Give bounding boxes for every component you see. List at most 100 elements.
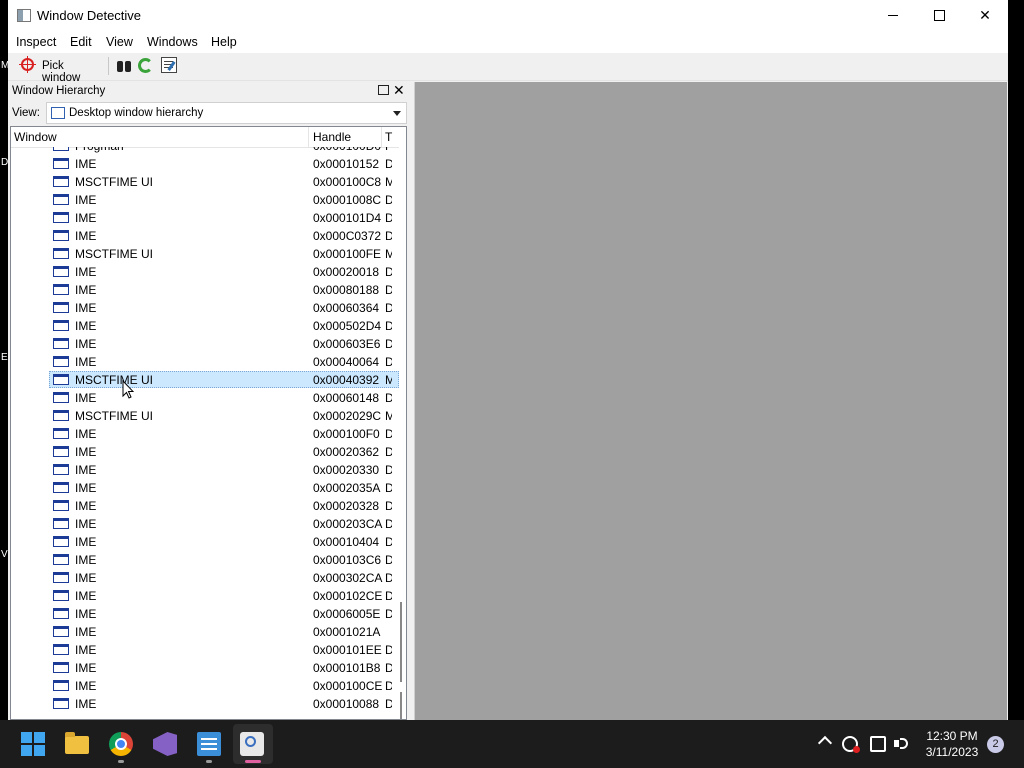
- row-type: D: [385, 193, 392, 207]
- tree-row[interactable]: IME 0x0006005E D: [11, 605, 399, 623]
- window-detective-icon[interactable]: [240, 732, 264, 756]
- maximize-button[interactable]: [916, 0, 962, 31]
- tree-row[interactable]: IME 0x000103C6D: [11, 551, 399, 569]
- window-hierarchy-panel: Window Hierarchy ✕ View: Desktop window …: [8, 81, 408, 720]
- row-window-name: IME: [75, 553, 97, 567]
- float-panel-icon[interactable]: [378, 85, 389, 95]
- tree-row[interactable]: MSCTFIME UI 0x000100FEM: [11, 245, 399, 263]
- windows-start-icon[interactable]: [21, 732, 45, 756]
- tree-row[interactable]: IME 0x0002035A D: [11, 479, 399, 497]
- vertical-scrollbar[interactable]: [399, 147, 406, 719]
- network-icon[interactable]: [870, 736, 886, 752]
- menu-help[interactable]: Help: [211, 35, 237, 49]
- row-handle: 0x00060148: [313, 391, 380, 405]
- row-handle: 0x0001008C: [313, 193, 382, 207]
- view-dropdown[interactable]: Desktop window hierarchy: [46, 102, 407, 124]
- tree-row[interactable]: IME 0x000502D4D: [11, 317, 399, 335]
- row-window-name: MSCTFIME UI: [75, 373, 153, 387]
- refresh-icon[interactable]: [138, 58, 153, 73]
- tree-row[interactable]: Progman 0x000100D0 P: [11, 147, 399, 155]
- title-bar[interactable]: Window Detective ✕: [8, 0, 1008, 31]
- menu-windows[interactable]: Windows: [147, 35, 198, 49]
- row-type: D: [385, 661, 392, 675]
- tree-row[interactable]: IME 0x00040064 D: [11, 353, 399, 371]
- tree-row[interactable]: IME 0x0001008CD: [11, 191, 399, 209]
- tree-row[interactable]: IME 0x000100CED: [11, 677, 399, 695]
- tree-row[interactable]: IME 0x000101EED: [11, 641, 399, 659]
- chrome-icon[interactable]: [109, 732, 133, 756]
- close-button[interactable]: ✕: [962, 0, 1008, 31]
- tree-row[interactable]: IME 0x000100F0 D: [11, 425, 399, 443]
- row-handle: 0x000100F0: [313, 427, 380, 441]
- column-header-handle[interactable]: Handle: [313, 130, 351, 144]
- tree-row[interactable]: MSCTFIME UI 0x00040392 M: [11, 371, 399, 389]
- tree-row[interactable]: IME 0x000101B8 D: [11, 659, 399, 677]
- row-handle: 0x000502D4: [313, 319, 382, 333]
- row-type: D: [385, 229, 392, 243]
- view-label: View:: [12, 107, 40, 119]
- file-explorer-icon[interactable]: [65, 732, 89, 754]
- scrollbar-thumb[interactable]: [400, 692, 402, 719]
- clock-time[interactable]: 12:30 PM: [922, 729, 982, 743]
- minimize-button[interactable]: [870, 0, 916, 31]
- sync-icon[interactable]: [842, 736, 860, 753]
- column-divider[interactable]: [381, 127, 382, 147]
- hierarchy-tree[interactable]: Window Handle T Progman 0x000100D0 P IME 0x0…: [10, 126, 407, 720]
- tree-row[interactable]: IME 0x00020362 D: [11, 443, 399, 461]
- row-window-name: IME: [75, 697, 97, 711]
- binoculars-icon[interactable]: [116, 57, 132, 73]
- column-divider[interactable]: [308, 127, 309, 147]
- tree-row[interactable]: IME 0x00020018 D: [11, 263, 399, 281]
- row-handle: 0x0002035A: [313, 481, 381, 495]
- row-handle: 0x000100CE: [313, 679, 383, 693]
- window-icon: [53, 626, 69, 637]
- tree-row[interactable]: IME 0x00010152 D: [11, 155, 399, 173]
- menu-view[interactable]: View: [106, 35, 133, 49]
- row-window-name: IME: [75, 643, 97, 657]
- tree-row[interactable]: IME 0x00020328 D: [11, 497, 399, 515]
- edit-properties-icon[interactable]: [161, 57, 177, 73]
- tree-row[interactable]: MSCTFIME UI 0x000100C8M: [11, 173, 399, 191]
- tree-row[interactable]: IME 0x00060364 D: [11, 299, 399, 317]
- running-indicator-active: [245, 760, 261, 763]
- row-handle: 0x0001021A: [313, 625, 381, 639]
- crosshair-icon: [19, 56, 36, 73]
- row-type: D: [385, 319, 392, 333]
- tree-row[interactable]: IME 0x000C0372D: [11, 227, 399, 245]
- row-type: D: [385, 499, 392, 513]
- notification-badge[interactable]: 2: [987, 736, 1004, 753]
- row-type: M: [385, 175, 392, 189]
- clock-date[interactable]: 3/11/2023: [922, 745, 982, 759]
- column-header-window[interactable]: Window: [14, 130, 57, 144]
- tree-row[interactable]: IME 0x00080188 D: [11, 281, 399, 299]
- panel-close-icon[interactable]: ✕: [393, 82, 405, 99]
- tree-row[interactable]: IME 0x00060148 D: [11, 389, 399, 407]
- tree-row[interactable]: IME 0x000101D4D: [11, 209, 399, 227]
- volume-icon[interactable]: [894, 736, 910, 752]
- tree-row[interactable]: IME 0x00010404 D: [11, 533, 399, 551]
- tree-row[interactable]: IME 0x000203CAD: [11, 515, 399, 533]
- window-icon: [53, 644, 69, 655]
- row-handle: 0x00020018: [313, 265, 380, 279]
- menu-edit[interactable]: Edit: [70, 35, 92, 49]
- row-window-name: IME: [75, 265, 97, 279]
- tree-row[interactable]: MSCTFIME UI 0x0002029CM: [11, 407, 399, 425]
- tree-row[interactable]: IME 0x000102CED: [11, 587, 399, 605]
- scrollbar-thumb[interactable]: [400, 602, 402, 682]
- row-window-name: IME: [75, 571, 97, 585]
- notepad-icon[interactable]: [197, 732, 221, 756]
- tree-row[interactable]: IME 0x000302CAD: [11, 569, 399, 587]
- tree-row[interactable]: IME 0x00020330 D: [11, 461, 399, 479]
- row-handle: 0x0002029C: [313, 409, 382, 423]
- window-icon: [53, 464, 69, 475]
- row-type: P: [385, 147, 392, 153]
- window-icon: [53, 284, 69, 295]
- tree-row[interactable]: IME 0x0001021A: [11, 623, 399, 641]
- tree-row[interactable]: IME 0x00010088 D: [11, 695, 399, 713]
- row-handle: 0x000101EE: [313, 643, 382, 657]
- running-indicator: [118, 760, 124, 763]
- tree-row[interactable]: IME 0x000603E6 D: [11, 335, 399, 353]
- pick-window-button[interactable]: Pick window: [12, 55, 104, 84]
- menu-inspect[interactable]: Inspect: [16, 35, 56, 49]
- column-header-type[interactable]: T: [385, 130, 392, 144]
